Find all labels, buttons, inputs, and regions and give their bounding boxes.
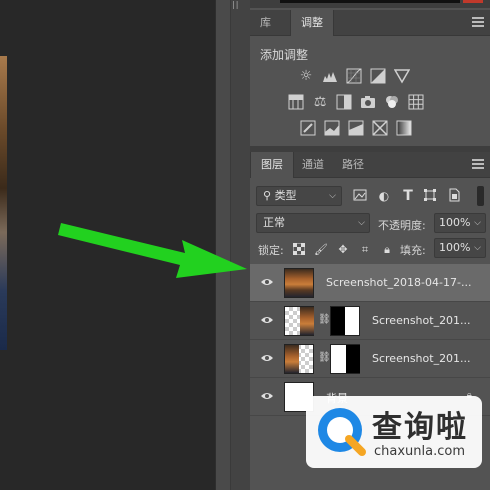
layer-name[interactable]: Screenshot_201... — [372, 314, 471, 327]
eye-icon[interactable] — [260, 315, 274, 325]
watermark-url: chaxunla.com — [374, 444, 465, 459]
green-arrow-annotation — [58, 223, 247, 278]
layer-row[interactable]: Screenshot_2018-04-17-... — [250, 264, 490, 302]
dock-grip-icon[interactable]: || — [232, 0, 239, 9]
tab-adjustments[interactable]: 调整 — [290, 10, 334, 36]
tab-paths[interactable]: 路径 — [332, 152, 374, 178]
swatch-black — [280, 0, 460, 3]
filter-pixel-icon[interactable] — [352, 188, 368, 204]
layer-name[interactable]: Screenshot_2018-04-17-... — [326, 276, 471, 289]
layer-mask-thumbnail[interactable] — [330, 344, 360, 374]
layer-filter-select[interactable]: ⚲ 类型 ⌵ — [256, 186, 342, 206]
selective-color-icon[interactable] — [372, 120, 388, 136]
fill-input[interactable]: 100% ⌵ — [434, 238, 486, 258]
watermark: 查询啦 chaxunla.com — [306, 396, 482, 468]
filter-adjustment-icon[interactable]: ◐ — [376, 188, 392, 204]
lock-position-icon[interactable]: ✥ — [336, 243, 350, 257]
blend-row: 正常 ⌵ 不透明度: 100% ⌵ — [250, 210, 490, 236]
black-white-icon[interactable] — [336, 94, 352, 110]
layer-row[interactable]: ⛓ Screenshot_201... — [250, 302, 490, 340]
chevron-down-icon: ⌵ — [329, 191, 336, 201]
swatch-red — [463, 0, 483, 3]
lock-label: 锁定: — [258, 244, 284, 257]
blend-mode-select[interactable]: 正常 ⌵ — [256, 213, 370, 233]
lock-row: 锁定: 🖌 ✥ ⌗ 🔒︎ 填充: 100% ⌵ — [250, 238, 490, 262]
lock-artboard-icon[interactable]: ⌗ — [358, 243, 372, 257]
fill-label: 填充: — [400, 244, 426, 257]
layers-tabbar: 图层 通道 路径 — [250, 152, 490, 178]
eye-icon[interactable] — [260, 277, 274, 287]
posterize-icon[interactable] — [324, 120, 340, 136]
panel-menu-icon[interactable] — [472, 17, 484, 27]
canvas-image-edge — [0, 56, 7, 350]
chevron-down-icon: ⌵ — [474, 218, 481, 228]
tab-library[interactable]: 库 — [250, 10, 281, 36]
watermark-title: 查询啦 — [372, 410, 468, 445]
brightness-icon[interactable]: ☼ — [298, 68, 314, 84]
layer-thumbnail — [284, 344, 314, 374]
photo-filter-icon[interactable] — [360, 94, 376, 110]
fill-value: 100% — [439, 241, 471, 254]
layer-name[interactable]: Screenshot_201... — [372, 352, 471, 365]
adjustments-tabbar: 库 调整 — [250, 10, 490, 36]
invert-icon[interactable] — [300, 120, 316, 136]
top-swatch-bar — [250, 0, 490, 8]
channel-mixer-icon[interactable] — [384, 94, 400, 110]
tab-channels[interactable]: 通道 — [292, 152, 334, 178]
lock-transparent-icon[interactable] — [292, 242, 306, 257]
eye-icon[interactable] — [260, 391, 274, 401]
add-adjustment-title: 添加调整 — [260, 48, 309, 62]
filter-smart-object-icon[interactable] — [446, 188, 462, 204]
link-chain-icon[interactable]: ⛓ — [318, 352, 331, 366]
layer-row[interactable]: ⛓ Screenshot_201... — [250, 340, 490, 378]
layer-thumbnail — [284, 306, 314, 336]
layers-menu-icon[interactable] — [472, 159, 484, 169]
opacity-value: 100% — [439, 216, 471, 229]
vibrance-icon[interactable] — [393, 68, 411, 84]
exposure-icon[interactable] — [370, 68, 386, 84]
tab-layers[interactable]: 图层 — [250, 152, 294, 178]
opacity-input[interactable]: 100% ⌵ — [434, 213, 486, 233]
levels-icon[interactable] — [322, 68, 338, 84]
watermark-logo-icon — [318, 408, 366, 456]
eye-icon[interactable] — [260, 353, 274, 363]
chevron-down-icon: ⌵ — [474, 243, 481, 253]
filter-type-icon[interactable]: T — [400, 188, 416, 204]
lock-all-icon[interactable]: 🔒︎ — [380, 243, 394, 257]
link-chain-icon[interactable]: ⛓ — [318, 314, 331, 328]
filter-shape-icon[interactable] — [422, 188, 438, 204]
color-balance-icon[interactable]: ⚖ — [312, 94, 328, 110]
blend-mode-value: 正常 — [263, 216, 285, 229]
layer-filter-row: ⚲ 类型 ⌵ ◐ T — [250, 184, 490, 208]
gradient-map-icon[interactable] — [396, 120, 412, 136]
color-lookup-icon[interactable] — [408, 94, 424, 110]
curves-icon[interactable] — [346, 68, 362, 84]
hue-saturation-icon[interactable] — [288, 94, 304, 110]
filter-toggle[interactable] — [477, 186, 484, 206]
threshold-icon[interactable] — [348, 120, 364, 136]
opacity-label: 不透明度: — [378, 219, 426, 232]
layer-thumbnail — [284, 268, 314, 298]
layer-mask-thumbnail[interactable] — [330, 306, 360, 336]
lock-image-brush-icon[interactable]: 🖌 — [314, 243, 328, 257]
chevron-down-icon: ⌵ — [358, 218, 365, 228]
search-icon: ⚲ — [263, 189, 272, 202]
filter-type-label: 类型 — [274, 189, 297, 202]
